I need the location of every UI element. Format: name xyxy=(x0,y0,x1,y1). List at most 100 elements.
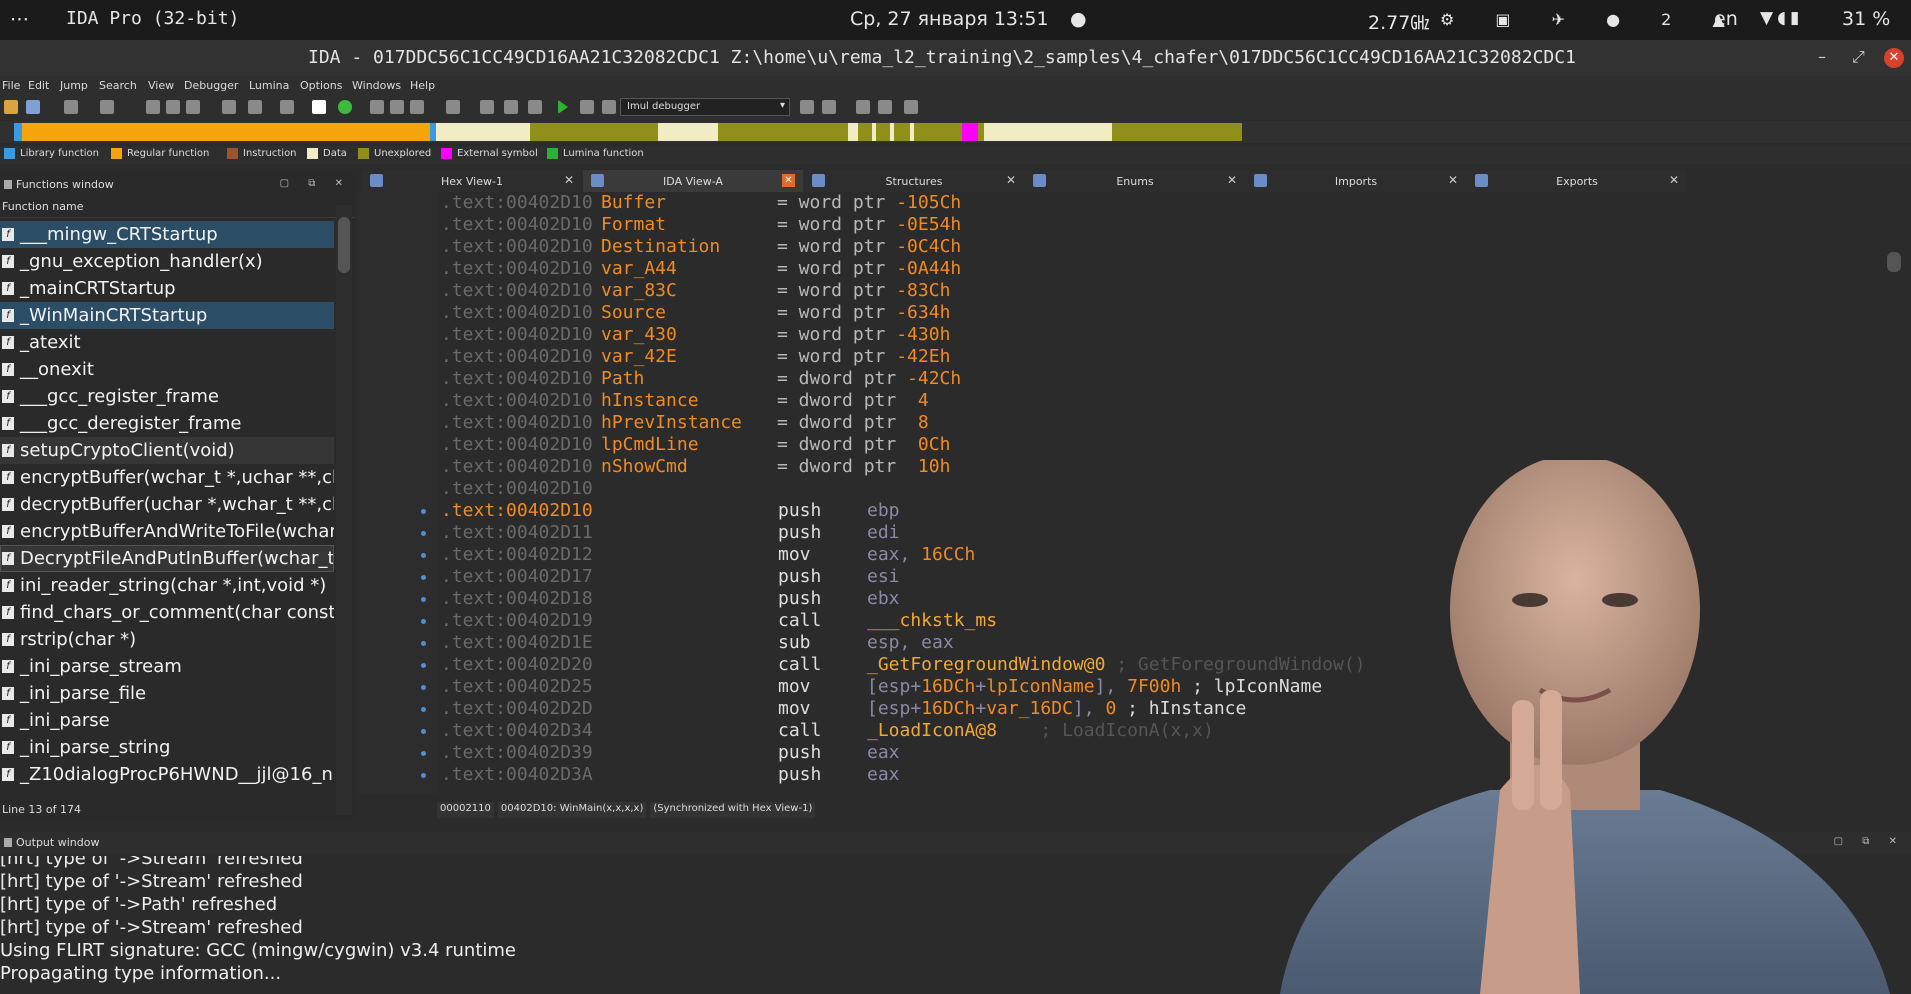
green-circle-icon[interactable] xyxy=(338,100,352,114)
function-item[interactable]: f decryptBuffer(uchar *,wchar_t **,ch xyxy=(0,491,334,518)
stop-icon[interactable] xyxy=(602,100,616,114)
menu-options[interactable]: Options xyxy=(300,79,342,92)
toolbar-icon-7[interactable] xyxy=(312,100,326,114)
navigation-band[interactable] xyxy=(0,121,1911,143)
toolbar-icon-6[interactable] xyxy=(280,100,294,114)
function-item[interactable]: f ___mingw_CRTStartup xyxy=(0,221,334,248)
save-icon[interactable] xyxy=(26,100,40,114)
toolbar-icon-3[interactable] xyxy=(186,100,200,114)
breakpoint-dot-icon[interactable] xyxy=(421,751,426,756)
activities-menu-icon[interactable]: ⋯ xyxy=(10,8,29,30)
menu-jump[interactable]: Jump xyxy=(60,79,88,92)
function-item[interactable]: f rstrip(char *) xyxy=(0,626,334,653)
menu-view[interactable]: View xyxy=(148,79,174,92)
close-window-icon[interactable]: ✕ xyxy=(1884,48,1904,68)
active-app-name[interactable]: IDA Pro (32-bit) xyxy=(66,8,239,29)
function-item[interactable]: f find_chars_or_comment(char const* xyxy=(0,599,334,626)
menu-lumina[interactable]: Lumina xyxy=(249,79,289,92)
maximize-icon[interactable]: ⤢ xyxy=(1852,47,1865,67)
function-item[interactable]: f DecryptFileAndPutInBuffer(wchar_t * xyxy=(0,545,334,572)
function-item[interactable]: f _ini_parse_file xyxy=(0,680,334,707)
debugger-select[interactable]: Imul debugger ▾ xyxy=(620,98,790,116)
function-item[interactable]: f encryptBuffer(wchar_t *,uchar **,ch xyxy=(0,464,334,491)
toolbar-icon-12[interactable] xyxy=(480,100,494,114)
toolbar-icon-16[interactable] xyxy=(856,100,870,114)
function-item[interactable]: f _ini_parse_stream xyxy=(0,653,334,680)
toolbar-icon-10[interactable] xyxy=(410,100,424,114)
function-item[interactable]: f _mainCRTStartup xyxy=(0,275,334,302)
back-icon[interactable] xyxy=(64,100,78,114)
menu-file[interactable]: File xyxy=(2,79,20,92)
toolbar-icon-5[interactable] xyxy=(248,100,262,114)
breakpoint-dot-icon[interactable] xyxy=(421,641,426,646)
function-item[interactable]: f _ini_parse xyxy=(0,707,334,734)
breakpoint-dot-icon[interactable] xyxy=(421,575,426,580)
breakpoint-dot-icon[interactable] xyxy=(421,685,426,690)
tab-close-icon[interactable]: ✕ xyxy=(1669,173,1679,187)
open-icon[interactable] xyxy=(4,100,18,114)
toolbar-icon-14[interactable] xyxy=(800,100,814,114)
toolbar-icon-9[interactable] xyxy=(390,100,404,114)
tab-exports[interactable]: Exports ✕ xyxy=(1467,170,1687,192)
breakpoint-dot-icon[interactable] xyxy=(421,729,426,734)
minimize-icon[interactable]: – xyxy=(1818,47,1826,66)
toolbar-icon-17[interactable] xyxy=(878,100,892,114)
tab-close-icon[interactable]: ✕ xyxy=(564,173,574,187)
toolbar-icon-15[interactable] xyxy=(822,100,836,114)
breakpoint-dot-icon[interactable] xyxy=(421,663,426,668)
toolbar-icon-1[interactable] xyxy=(146,100,160,114)
disassembly-gutter[interactable] xyxy=(357,192,437,794)
function-item[interactable]: f ___gcc_register_frame xyxy=(0,383,334,410)
tab-close-icon[interactable]: ✕ xyxy=(1448,173,1458,187)
functions-window-buttons[interactable]: ▢ ⧉ ✕ xyxy=(280,178,351,189)
breakpoint-dot-icon[interactable] xyxy=(421,707,426,712)
battery-level[interactable]: 31 % xyxy=(1842,8,1890,30)
scrollbar-thumb[interactable] xyxy=(338,217,350,273)
status-icons[interactable]: ▼◖▮ xyxy=(1760,8,1803,28)
function-item[interactable]: f __onexit xyxy=(0,356,334,383)
toolbar-icon-11[interactable] xyxy=(446,100,460,114)
breakpoint-dot-icon[interactable] xyxy=(421,509,426,514)
tray-icons[interactable]: ⚙ ▣ ✈ ● 2 ▲ xyxy=(1440,10,1743,29)
tab-hex-view-1[interactable]: Hex View-1 ✕ xyxy=(362,170,582,192)
function-list[interactable]: f ___mingw_CRTStartup f _gnu_exception_han… xyxy=(0,221,334,786)
menu-search[interactable]: Search xyxy=(99,79,137,92)
tab-enums[interactable]: Enums ✕ xyxy=(1025,170,1245,192)
tab-close-icon[interactable]: ✕ xyxy=(1006,173,1016,187)
function-item[interactable]: f ini_reader_string(char *,int,void *) xyxy=(0,572,334,599)
function-item[interactable]: f ___gcc_deregister_frame xyxy=(0,410,334,437)
toolbar-icon-18[interactable] xyxy=(904,100,918,114)
function-item[interactable]: f _ini_parse_string xyxy=(0,734,334,761)
breakpoint-dot-icon[interactable] xyxy=(421,531,426,536)
system-clock[interactable]: Ср, 27 января 13:51 xyxy=(850,8,1049,30)
toolbar-icon-13[interactable] xyxy=(504,100,518,114)
breakpoint-dot-icon[interactable] xyxy=(421,619,426,624)
menu-help[interactable]: Help xyxy=(410,79,435,92)
function-item[interactable]: f encryptBufferAndWriteToFile(wchar_t xyxy=(0,518,334,545)
menu-windows[interactable]: Windows xyxy=(352,79,401,92)
tab-structures[interactable]: Structures ✕ xyxy=(804,170,1024,192)
start-debug-icon[interactable] xyxy=(558,100,568,114)
menu-edit[interactable]: Edit xyxy=(28,79,49,92)
function-item[interactable]: f _gnu_exception_handler(x) xyxy=(0,248,334,275)
function-item[interactable]: f _WinMainCRTStartup xyxy=(0,302,334,329)
keyboard-language[interactable]: en xyxy=(1714,8,1738,30)
function-list-scrollbar[interactable] xyxy=(336,205,352,815)
function-item[interactable]: f _atexit xyxy=(0,329,334,356)
breakpoint-dot-icon[interactable] xyxy=(421,597,426,602)
tab-imports[interactable]: Imports ✕ xyxy=(1246,170,1466,192)
navigation-bar[interactable] xyxy=(14,123,1760,141)
tab-ida-view-a[interactable]: IDA View-A ✕ xyxy=(583,170,803,192)
toolbar-icon-8[interactable] xyxy=(370,100,384,114)
function-name-column-header[interactable]: Function name xyxy=(0,200,355,218)
disassembly-scrollbar[interactable] xyxy=(1887,252,1901,272)
function-item[interactable]: f _Z10dialogProcP6HWND__jjl@16_na xyxy=(0,761,334,786)
menu-debugger[interactable]: Debugger xyxy=(184,79,238,92)
tab-close-icon[interactable]: ✕ xyxy=(1227,173,1237,187)
toolbar-icon-4[interactable] xyxy=(222,100,236,114)
breakpoint-dot-icon[interactable] xyxy=(421,553,426,558)
pause-icon[interactable] xyxy=(580,100,594,114)
forward-icon[interactable] xyxy=(100,100,114,114)
toolbar-icon-2[interactable] xyxy=(166,100,180,114)
function-item[interactable]: f setupCryptoClient(void) xyxy=(0,437,334,464)
